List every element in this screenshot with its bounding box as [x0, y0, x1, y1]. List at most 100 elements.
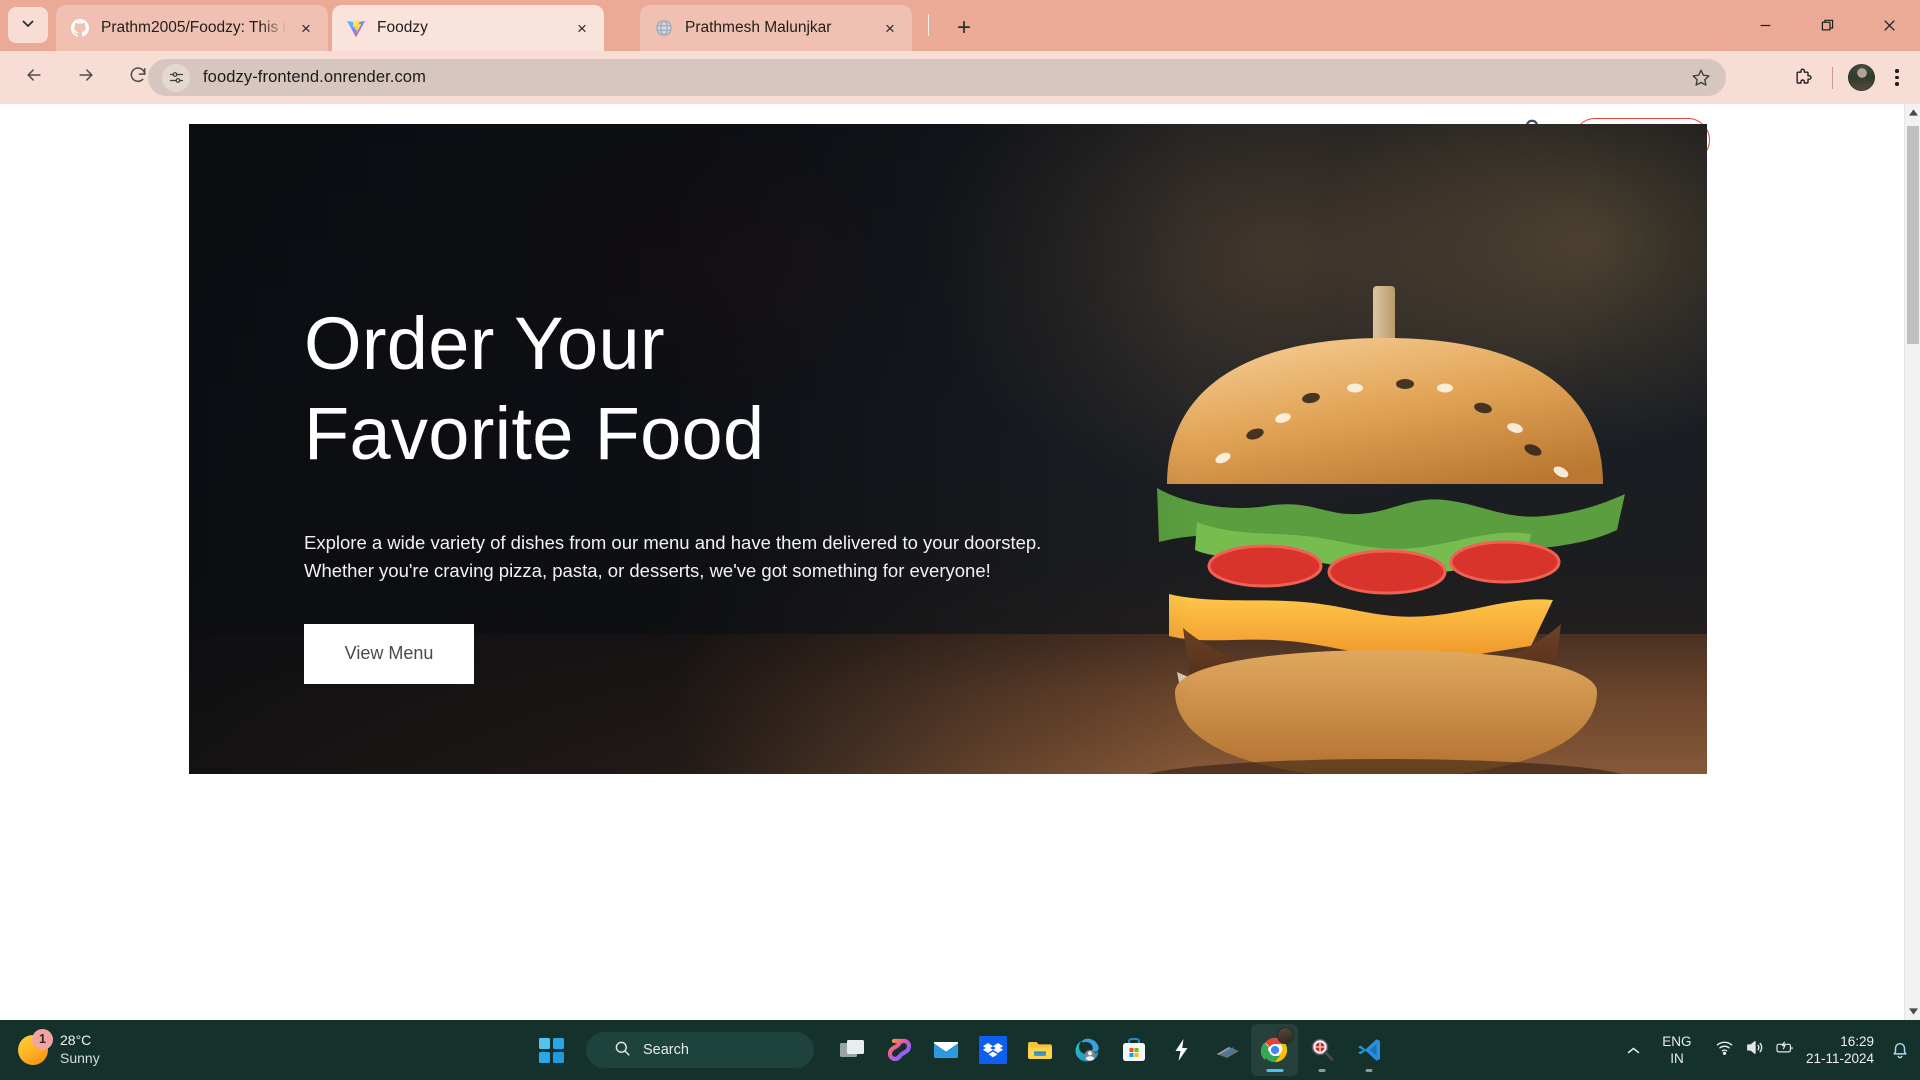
taskbar-app-mail[interactable]	[922, 1024, 969, 1076]
forward-button[interactable]	[66, 58, 106, 98]
close-button[interactable]	[1858, 0, 1920, 51]
taskbar-app-microsoft-edge[interactable]	[1063, 1024, 1110, 1076]
tab-strip: Prathm2005/Foodzy: This is food ord × Fo…	[0, 0, 1920, 51]
taskbar-app-google-chrome[interactable]	[1251, 1024, 1298, 1076]
browser-toolbar: foodzy-frontend.onrender.com	[0, 51, 1920, 104]
clock-date: 21-11-2024	[1805, 1051, 1874, 1066]
page-viewport: Foodzy Sign In	[0, 104, 1920, 1020]
github-icon	[70, 18, 90, 38]
battery-charging-icon[interactable]	[1775, 1038, 1794, 1062]
globe-icon	[654, 18, 674, 38]
three-dot-menu-icon[interactable]	[1882, 59, 1912, 96]
hero-content: Order Your Favorite Food Explore a wide …	[304, 299, 1124, 684]
toolbar-divider	[1832, 66, 1833, 89]
weather-widget[interactable]: 1 28°C Sunny	[18, 1028, 100, 1067]
maximize-button[interactable]	[1796, 0, 1858, 51]
scroll-up-arrow[interactable]	[1905, 104, 1920, 121]
back-arrow-icon	[24, 65, 44, 90]
mail-icon	[933, 1042, 958, 1058]
tab-close-button[interactable]: ×	[878, 16, 902, 40]
hero-title-line-1: Order Your	[304, 302, 665, 385]
running-indicator	[1318, 1069, 1325, 1072]
vite-icon	[346, 18, 366, 38]
hero-title: Order Your Favorite Food	[304, 299, 1124, 480]
clock-time: 16:29	[1840, 1033, 1874, 1049]
running-indicator	[1266, 1069, 1283, 1072]
browser-window: Prathm2005/Foodzy: This is food ord × Fo…	[0, 0, 1920, 1020]
address-bar[interactable]: foodzy-frontend.onrender.com	[148, 59, 1726, 96]
sun-icon: 1	[18, 1028, 53, 1065]
taskbar-app-task-view[interactable]	[828, 1024, 875, 1076]
weather-text: 28°C Sunny	[60, 1032, 100, 1067]
scroll-down-arrow[interactable]	[1905, 1003, 1920, 1020]
start-icon	[538, 1037, 564, 1063]
back-button[interactable]	[14, 58, 54, 98]
tab-close-button[interactable]: ×	[294, 16, 318, 40]
running-indicator	[1365, 1069, 1372, 1072]
page-scrollbar[interactable]	[1904, 104, 1920, 1020]
url-text[interactable]: foodzy-frontend.onrender.com	[203, 68, 426, 87]
tab-2[interactable]: Prathmesh Malunjkar ×	[640, 5, 912, 51]
start-button[interactable]	[528, 1027, 574, 1073]
toolbar-right-actions	[1782, 59, 1912, 96]
system-tray: ENG IN 16:29 21-11-2024	[1617, 1020, 1920, 1080]
search-placeholder: Search	[643, 1042, 689, 1058]
tab-close-button[interactable]: ×	[570, 16, 594, 40]
language-line-1: ENG	[1662, 1033, 1692, 1049]
weather-condition: Sunny	[60, 1049, 100, 1066]
minimize-button[interactable]	[1734, 0, 1796, 51]
profile-avatar[interactable]	[1848, 64, 1875, 91]
new-tab-button[interactable]: +	[948, 12, 980, 44]
search-icon	[598, 1040, 631, 1061]
reload-icon	[128, 65, 148, 90]
site-settings-icon[interactable]	[162, 63, 190, 92]
dropbox-icon	[978, 1036, 1007, 1064]
language-indicator[interactable]: ENG IN	[1651, 1033, 1703, 1068]
magnifier-icon	[1311, 1038, 1333, 1061]
chevron-down-icon	[20, 15, 36, 36]
tab-1[interactable]: Foodzy ×	[332, 5, 604, 51]
scrollbar-thumb[interactable]	[1907, 126, 1919, 344]
taskbar-app-lightning[interactable]	[1157, 1024, 1204, 1076]
volume-icon[interactable]	[1745, 1038, 1764, 1062]
edge-icon	[1075, 1038, 1099, 1062]
taskbar-app-copilot[interactable]	[875, 1024, 922, 1076]
taskbar-center: Search	[528, 1020, 1392, 1080]
copilot-icon	[887, 1038, 911, 1062]
hero-title-line-2: Favorite Food	[304, 392, 765, 476]
taskbar-app-dropbox[interactable]	[969, 1024, 1016, 1076]
tab-search-button[interactable]	[8, 7, 48, 43]
window-controls	[1734, 0, 1920, 51]
taskbar-app-microsoft-store[interactable]	[1110, 1024, 1157, 1076]
show-hidden-icons-button[interactable]	[1617, 1030, 1651, 1070]
wifi-icon[interactable]	[1715, 1038, 1734, 1062]
taskbar-app-file-explorer[interactable]	[1016, 1024, 1063, 1076]
notifications-button[interactable]	[1886, 1030, 1920, 1070]
hero-subtitle-line-1: Explore a wide variety of dishes from ou…	[304, 531, 1042, 553]
tab-title: Foodzy	[377, 19, 428, 36]
folder-icon	[1027, 1042, 1052, 1059]
weather-temperature: 28°C	[60, 1032, 92, 1048]
tab-0[interactable]: Prathm2005/Foodzy: This is food ord ×	[56, 5, 328, 51]
task-view-icon	[839, 1040, 864, 1057]
tab-title: Prathmesh Malunjkar	[685, 19, 832, 36]
chrome-profile-badge	[1277, 1027, 1294, 1044]
search-input[interactable]: Search	[586, 1032, 814, 1068]
taskbar-app-magnifier[interactable]	[1298, 1024, 1345, 1076]
language-line-2: IN	[1670, 1051, 1684, 1066]
hero-banner: Order Your Favorite Food Explore a wide …	[189, 124, 1707, 774]
lightning-icon	[1175, 1039, 1187, 1061]
hero-subtitle-line-2: Whether you're craving pizza, pasta, or …	[304, 559, 991, 581]
forward-arrow-icon	[76, 65, 96, 90]
star-icon[interactable]	[1690, 67, 1712, 89]
weather-badge: 1	[32, 1028, 53, 1050]
view-menu-button[interactable]: View Menu	[304, 623, 474, 684]
taskbar-app-scanner[interactable]	[1204, 1024, 1251, 1076]
clock[interactable]: 16:29 21-11-2024	[1806, 1033, 1886, 1068]
tray-status-icons[interactable]	[1703, 1038, 1806, 1062]
store-icon	[1122, 1038, 1145, 1061]
extensions-puzzle-icon[interactable]	[1785, 59, 1821, 96]
windows-taskbar: 1 28°C Sunny Search ENG IN 16:29 21-11-2…	[0, 1020, 1920, 1080]
taskbar-app-visual-studio-code[interactable]	[1345, 1024, 1392, 1076]
tab-separator	[928, 14, 929, 36]
